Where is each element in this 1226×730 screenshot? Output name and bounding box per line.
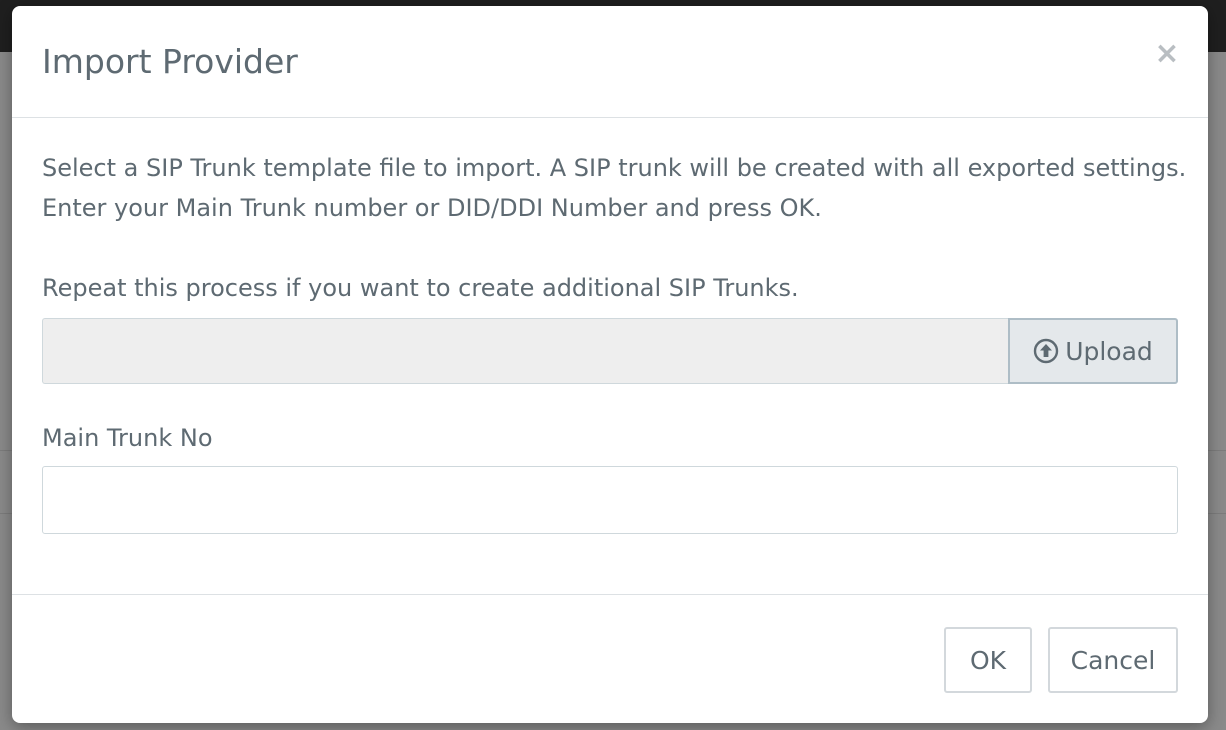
ok-button[interactable]: OK <box>944 627 1032 693</box>
dialog-title: Import Provider <box>42 42 298 81</box>
upload-circle-arrow-icon <box>1033 338 1059 364</box>
upload-button[interactable]: Upload <box>1008 318 1178 384</box>
dialog-body: Select a SIP Trunk template file to impo… <box>12 118 1208 594</box>
upload-button-label: Upload <box>1065 336 1153 366</box>
file-upload-group: Upload <box>42 318 1178 386</box>
description-line-1: Select a SIP Trunk template file to impo… <box>42 154 1187 182</box>
description-line-2: Enter your Main Trunk number or DID/DDI … <box>42 194 822 222</box>
dialog-footer: OK Cancel <box>12 594 1208 723</box>
main-trunk-label: Main Trunk No <box>42 424 213 452</box>
import-provider-dialog: Import Provider × Select a SIP Trunk tem… <box>12 6 1208 723</box>
file-path-field[interactable] <box>42 318 1008 384</box>
main-trunk-input[interactable] <box>42 466 1178 534</box>
cancel-button[interactable]: Cancel <box>1048 627 1178 693</box>
repeat-note: Repeat this process if you want to creat… <box>42 274 799 302</box>
close-button[interactable]: × <box>1152 36 1182 72</box>
dialog-header: Import Provider × <box>12 6 1208 118</box>
